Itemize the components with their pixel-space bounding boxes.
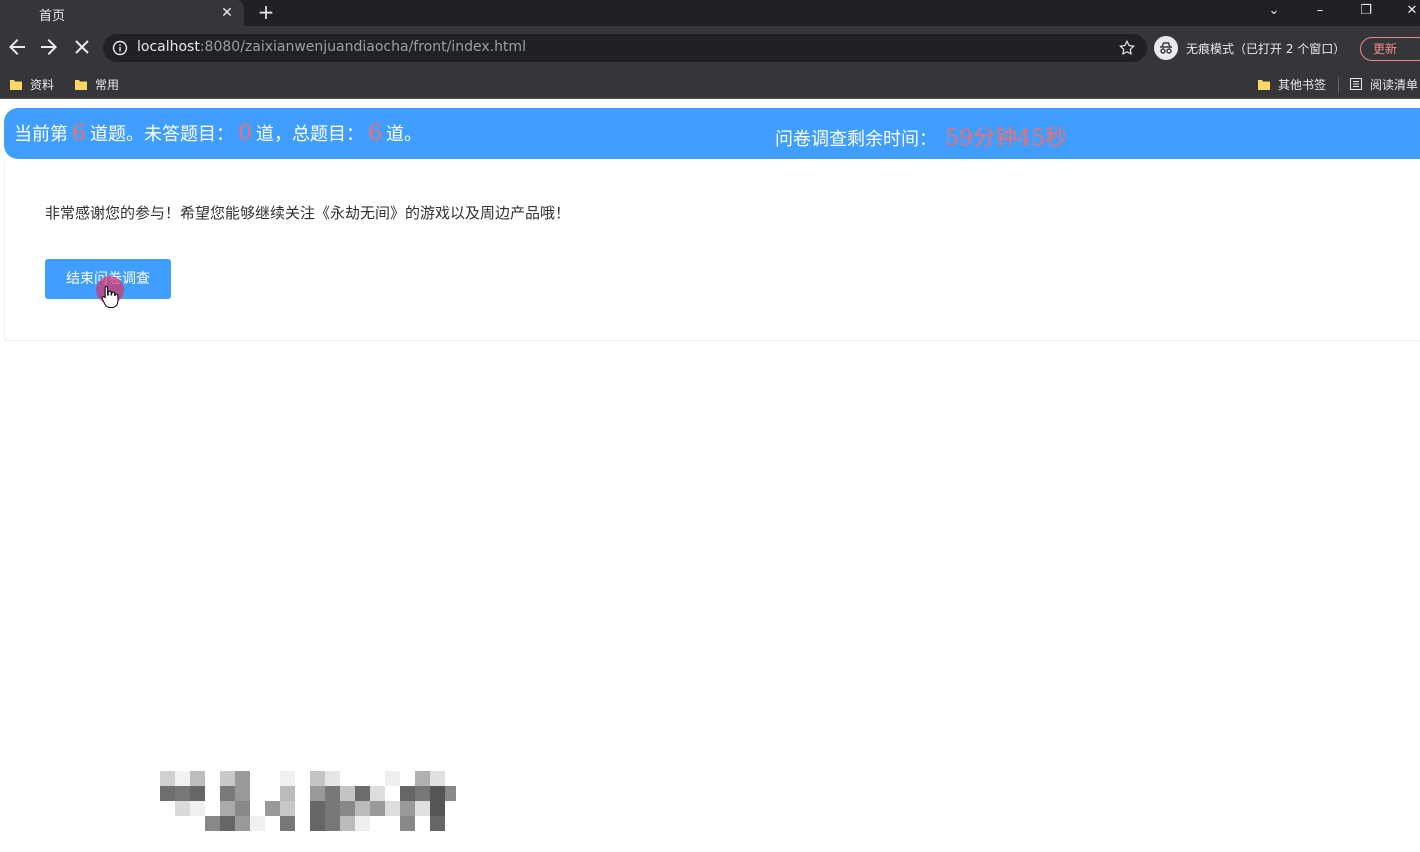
tab-search-icon[interactable]: ⌄ <box>1260 0 1288 24</box>
incognito-icon <box>1154 36 1178 60</box>
incognito-label: 无痕模式（已打开 2 个窗口） <box>1186 41 1346 56</box>
remaining-time: 问卷调查剩余时间： 59分钟45秒 <box>775 120 1071 152</box>
total-count: 6 <box>368 121 382 146</box>
current-question-number: 6 <box>72 121 86 146</box>
redacted-pixelated-image <box>160 771 456 831</box>
bookmarks-divider <box>1338 77 1339 93</box>
folder-icon <box>10 80 22 90</box>
unanswered-count: 0 <box>238 121 252 146</box>
tab-title: 首页 <box>39 9 66 24</box>
bookmark-star-icon[interactable] <box>1118 39 1136 57</box>
reading-list-button[interactable]: 阅读清单 <box>1350 73 1418 95</box>
browser-tab-active[interactable]: 首页 ✕ <box>0 0 244 26</box>
progress-status: 当前第 6 道题。未答题目： 0 道，总题目： 6 道。 <box>14 121 422 146</box>
restore-icon[interactable]: ❐ <box>1352 0 1380 24</box>
back-icon[interactable] <box>5 35 29 59</box>
new-tab-button[interactable]: + <box>255 1 277 23</box>
countdown-value: 59分钟45秒 <box>945 126 1067 151</box>
completion-card: 非常感谢您的参与！希望您能够继续关注《永劫无间》的游戏以及周边产品哦！ 结束问卷… <box>4 160 1420 341</box>
hand-cursor-icon <box>101 285 119 308</box>
url-text[interactable]: localhost:8080/zaixianwenjuandiaocha/fro… <box>137 39 526 55</box>
address-bar[interactable]: localhost:8080/zaixianwenjuandiaocha/fro… <box>103 34 1147 62</box>
bookmark-folder-changyong[interactable]: 常用 <box>75 73 119 95</box>
stop-loading-icon[interactable] <box>70 35 94 59</box>
folder-icon <box>1258 80 1270 90</box>
tab-close-icon[interactable]: ✕ <box>218 4 236 22</box>
minimize-icon[interactable]: – <box>1306 0 1334 24</box>
update-button[interactable]: 更新 <box>1360 37 1420 61</box>
bookmark-folder-ziliao[interactable]: 资料 <box>10 73 54 95</box>
incognito-indicator[interactable]: 无痕模式（已打开 2 个窗口） <box>1154 35 1345 61</box>
close-window-icon[interactable]: ✕ <box>1398 0 1420 24</box>
bookmarks-bar: 资料 常用 其他书签 阅读清单 <box>0 69 1420 99</box>
browser-tab-bar: 首页 ✕ + ⌄ – ❐ ✕ <box>0 0 1420 26</box>
folder-icon <box>75 80 87 90</box>
page-content: 当前第 6 道题。未答题目： 0 道，总题目： 6 道。 问卷调查剩余时间： 59分钟45秒 … <box>0 100 1420 852</box>
browser-toolbar: localhost:8080/zaixianwenjuandiaocha/fro… <box>0 26 1420 69</box>
reading-list-icon <box>1350 78 1362 90</box>
bookmark-folder-other[interactable]: 其他书签 <box>1258 73 1326 95</box>
survey-status-bar: 当前第 6 道题。未答题目： 0 道，总题目： 6 道。 问卷调查剩余时间： 59分钟45秒 <box>4 108 1420 159</box>
site-info-icon[interactable] <box>112 40 128 56</box>
forward-icon[interactable] <box>37 35 61 59</box>
thanks-message: 非常感谢您的参与！希望您能够继续关注《永劫无间》的游戏以及周边产品哦！ <box>45 204 571 222</box>
